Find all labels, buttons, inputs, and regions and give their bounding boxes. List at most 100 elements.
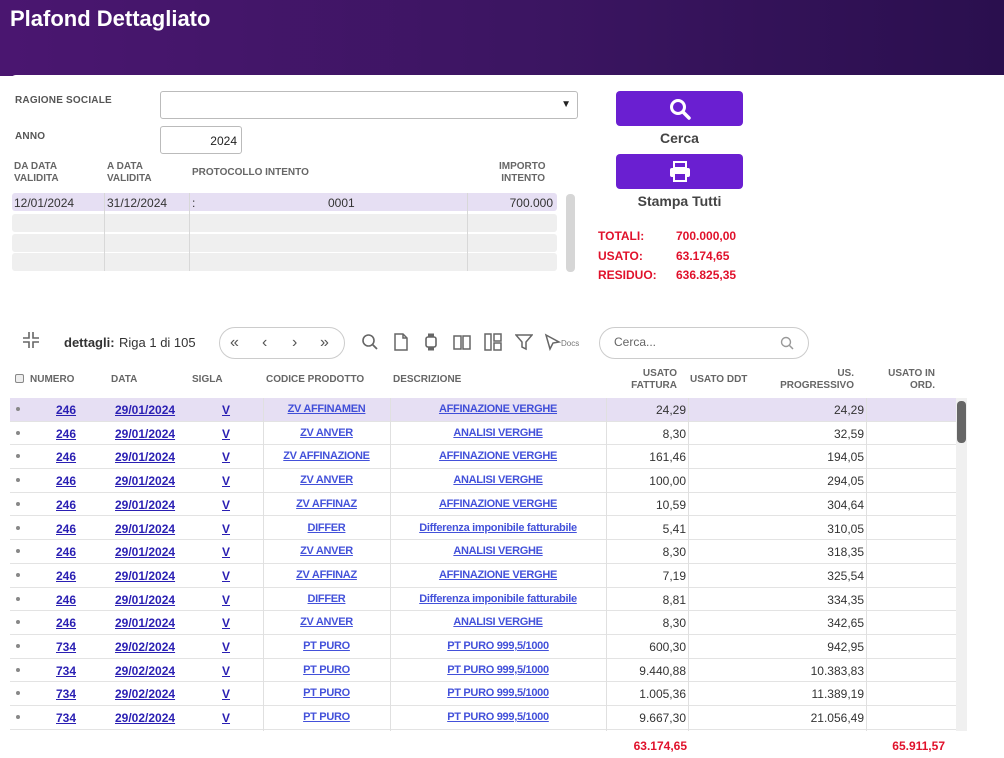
col-header-numero[interactable]: NUMERO (30, 374, 74, 386)
numero-link[interactable]: 246 (56, 593, 76, 607)
sigla-link[interactable]: V (222, 664, 230, 678)
numero-link[interactable]: 246 (56, 474, 76, 488)
sigla-link[interactable]: V (222, 711, 230, 725)
docs-label[interactable]: Docs (561, 339, 579, 348)
col-header-descrizione[interactable]: DESCRIZIONE (393, 374, 461, 386)
collapse-icon[interactable] (22, 331, 40, 349)
grid-search[interactable] (599, 327, 809, 359)
numero-link[interactable]: 246 (56, 522, 76, 536)
col-header-sigla[interactable]: SIGLA (192, 374, 223, 386)
search-icon[interactable] (780, 336, 794, 350)
descrizione-link[interactable]: AFFINAZIONE VERGHE (390, 450, 606, 462)
codice-prodotto-link[interactable]: ZV AFFINAMEN (263, 403, 390, 415)
table-row[interactable]: 246 29/01/2024 V ZV ANVER ANALISI VERGHE 8,30… (10, 611, 956, 635)
document-icon[interactable] (392, 333, 410, 351)
last-page-icon[interactable]: » (320, 334, 329, 352)
anno-input[interactable]: 2024 (160, 126, 242, 154)
descrizione-link[interactable]: AFFINAZIONE VERGHE (390, 498, 606, 510)
data-link[interactable]: 29/01/2024 (115, 522, 175, 536)
intent-row-empty[interactable] (12, 253, 557, 271)
intent-scrollbar[interactable] (566, 194, 575, 272)
table-row[interactable]: 246 29/01/2024 V ZV ANVER ANALISI VERGHE 8,30… (10, 540, 956, 564)
sigla-link[interactable]: V (222, 640, 230, 654)
descrizione-link[interactable]: ANALISI VERGHE (390, 427, 606, 439)
sigla-link[interactable]: V (222, 616, 230, 630)
data-link[interactable]: 29/01/2024 (115, 498, 175, 512)
table-row[interactable]: 734 29/02/2024 V PT PURO PT PURO 999,5/1000 1… (10, 682, 956, 707)
codice-prodotto-link[interactable]: ZV AFFINAZ (263, 498, 390, 510)
intent-row-empty[interactable] (12, 214, 557, 232)
grid-search-input[interactable] (614, 335, 774, 349)
dropdown-arrow-icon[interactable]: ▼ (561, 99, 571, 110)
numero-link[interactable]: 246 (56, 569, 76, 583)
first-page-icon[interactable]: « (230, 334, 239, 352)
data-link[interactable]: 29/01/2024 (115, 427, 175, 441)
codice-prodotto-link[interactable]: PT PURO (263, 711, 390, 723)
data-link[interactable]: 29/01/2024 (115, 569, 175, 583)
table-row[interactable]: 246 29/01/2024 V ZV AFFINAMEN AFFINAZIONE VE… (10, 398, 956, 422)
codice-prodotto-link[interactable]: ZV ANVER (263, 616, 390, 628)
col-header-usato-in-ord[interactable]: USATO IN ORD. (880, 368, 935, 392)
table-row[interactable]: 246 29/01/2024 V ZV AFFINAZ AFFINAZIONE VERG… (10, 564, 956, 588)
sigla-link[interactable]: V (222, 450, 230, 464)
cerca-label[interactable]: Cerca (616, 130, 743, 146)
descrizione-link[interactable]: PT PURO 999,5/1000 (390, 664, 606, 676)
col-header-codice-prodotto[interactable]: CODICE PRODOTTO (266, 374, 364, 386)
sigla-link[interactable]: V (222, 474, 230, 488)
col-header-usato-fattura[interactable]: USATO FATTURA (620, 368, 677, 392)
select-all-checkbox[interactable] (15, 374, 24, 383)
filter-icon[interactable] (515, 333, 533, 351)
numero-link[interactable]: 246 (56, 545, 76, 559)
numero-link[interactable]: 246 (56, 450, 76, 464)
zoom-icon[interactable] (361, 333, 379, 351)
grid-scrollbar[interactable] (956, 398, 967, 731)
descrizione-link[interactable]: PT PURO 999,5/1000 (390, 711, 606, 723)
codice-prodotto-link[interactable]: PT PURO (263, 640, 390, 652)
descrizione-link[interactable]: AFFINAZIONE VERGHE (390, 569, 606, 581)
book-icon[interactable] (453, 333, 471, 351)
col-header-da-data[interactable]: DA DATA VALIDITA (14, 161, 59, 185)
codice-prodotto-link[interactable]: DIFFER (263, 593, 390, 605)
descrizione-link[interactable]: ANALISI VERGHE (390, 474, 606, 486)
codice-prodotto-link[interactable]: PT PURO (263, 687, 390, 699)
codice-prodotto-link[interactable]: ZV ANVER (263, 545, 390, 557)
col-header-protocollo[interactable]: PROTOCOLLO INTENTO (192, 167, 309, 179)
grid-scrollbar-thumb[interactable] (957, 401, 966, 443)
descrizione-link[interactable]: ANALISI VERGHE (390, 545, 606, 557)
layout-icon[interactable] (484, 333, 502, 351)
table-row[interactable]: 734 29/02/2024 V PT PURO PT PURO 999,5/1000 9… (10, 706, 956, 730)
descrizione-link[interactable]: ANALISI VERGHE (390, 616, 606, 628)
descrizione-link[interactable]: AFFINAZIONE VERGHE (390, 403, 606, 415)
numero-link[interactable]: 734 (56, 687, 76, 701)
table-row[interactable]: 246 29/01/2024 V ZV AFFINAZ AFFINAZIONE VERG… (10, 493, 956, 517)
col-header-progressivo[interactable]: US. PROGRESSIVO (770, 368, 854, 392)
table-row[interactable]: 246 29/01/2024 V ZV AFFINAZIONE AFFINAZIONE … (10, 445, 956, 470)
table-row[interactable]: 246 29/01/2024 V DIFFER Differenza imponibil… (10, 588, 956, 612)
sigla-link[interactable]: V (222, 569, 230, 583)
codice-prodotto-link[interactable]: DIFFER (263, 522, 390, 534)
data-link[interactable]: 29/01/2024 (115, 545, 175, 559)
table-row[interactable]: 246 29/01/2024 V ZV ANVER ANALISI VERGHE 100,… (10, 469, 956, 493)
data-link[interactable]: 29/02/2024 (115, 640, 175, 654)
data-link[interactable]: 29/01/2024 (115, 403, 175, 417)
data-link[interactable]: 29/02/2024 (115, 687, 175, 701)
sigla-link[interactable]: V (222, 403, 230, 417)
prev-page-icon[interactable]: ‹ (262, 334, 267, 352)
table-row[interactable]: 246 29/01/2024 V ZV ANVER ANALISI VERGHE 8,30… (10, 422, 956, 446)
table-row[interactable]: 246 29/01/2024 V DIFFER Differenza imponibil… (10, 517, 956, 541)
watch-icon[interactable] (422, 333, 440, 351)
numero-link[interactable]: 734 (56, 664, 76, 678)
sigla-link[interactable]: V (222, 687, 230, 701)
col-header-importo[interactable]: IMPORTO INTENTO (499, 161, 545, 185)
sigla-link[interactable]: V (222, 545, 230, 559)
intent-row-empty[interactable] (12, 234, 557, 252)
numero-link[interactable]: 734 (56, 711, 76, 725)
numero-link[interactable]: 246 (56, 616, 76, 630)
docs-arrow-icon[interactable] (544, 333, 562, 351)
descrizione-link[interactable]: PT PURO 999,5/1000 (390, 640, 606, 652)
table-row[interactable]: 734 29/02/2024 V PT PURO PT PURO 999,5/1000 9… (10, 659, 956, 683)
numero-link[interactable]: 246 (56, 403, 76, 417)
data-link[interactable]: 29/01/2024 (115, 616, 175, 630)
sigla-link[interactable]: V (222, 593, 230, 607)
codice-prodotto-link[interactable]: PT PURO (263, 664, 390, 676)
